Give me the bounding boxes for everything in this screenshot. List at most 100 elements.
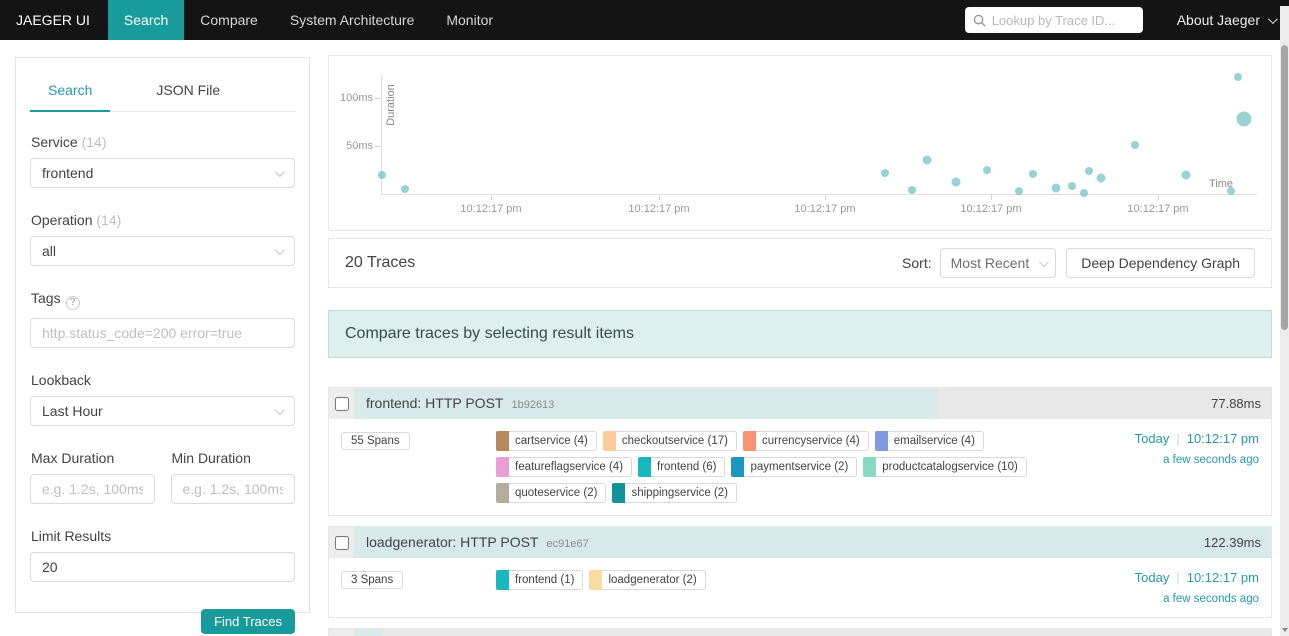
trace-scatter-point[interactable] xyxy=(1096,173,1106,183)
nav-item-search[interactable]: Search xyxy=(107,0,185,40)
lookback-label: Lookback xyxy=(31,372,91,388)
chevron-down-icon xyxy=(274,404,285,415)
service-color-swatch xyxy=(863,457,877,477)
trace-result-card: frontend: HTTP POST 1b92613 77.88ms 55 Span… xyxy=(328,387,1272,516)
service-select[interactable]: frontend xyxy=(30,158,295,188)
tab-search[interactable]: Search xyxy=(30,72,111,112)
service-color-swatch xyxy=(496,431,509,451)
help-icon[interactable]: ? xyxy=(65,296,80,310)
limit-results-input[interactable] xyxy=(30,552,295,582)
trace-scatter-point[interactable] xyxy=(1181,170,1191,180)
trace-scatter-point[interactable] xyxy=(1080,189,1089,198)
trace-scatter-point[interactable] xyxy=(1014,187,1023,196)
service-tag-label: shippingservice (2) xyxy=(625,483,737,503)
trace-select-checkbox[interactable] xyxy=(334,396,349,411)
operation-select[interactable]: all xyxy=(30,236,295,266)
trace-scatter-point[interactable] xyxy=(401,185,410,194)
nav-item-compare[interactable]: Compare xyxy=(184,0,274,40)
trace-date-link[interactable]: Today xyxy=(1135,431,1170,446)
tab-json-file[interactable]: JSON File xyxy=(138,72,238,111)
trace-scatter-point[interactable] xyxy=(1131,141,1140,150)
trace-scatter-point[interactable] xyxy=(1236,111,1252,127)
trace-scatter-point[interactable] xyxy=(1068,182,1077,191)
trace-lookup-input[interactable] xyxy=(991,12,1135,28)
service-color-swatch xyxy=(496,570,509,590)
trace-title[interactable]: frontend: HTTP POST066341b xyxy=(354,629,1271,636)
trace-select-checkbox[interactable] xyxy=(334,535,349,550)
top-nav: JAEGER UI Search Compare System Architectu… xyxy=(0,0,1289,40)
nav-item-system-architecture[interactable]: System Architecture xyxy=(274,0,431,40)
trace-scatter-point[interactable] xyxy=(908,186,917,195)
about-jaeger-menu[interactable]: About Jaeger xyxy=(1176,12,1278,28)
trace-scatter-point[interactable] xyxy=(1051,183,1061,193)
about-jaeger-label: About Jaeger xyxy=(1176,12,1260,28)
service-tag[interactable]: quoteservice (2) xyxy=(496,483,607,503)
trace-duration: 77.88ms xyxy=(1211,396,1261,411)
sort-select[interactable]: Most Recent xyxy=(939,248,1057,278)
trace-title[interactable]: frontend: HTTP POST 1b92613 xyxy=(354,388,1271,421)
trace-scatter-point[interactable] xyxy=(1227,187,1236,196)
trace-scatter-point[interactable] xyxy=(922,155,932,165)
find-traces-button[interactable]: Find Traces xyxy=(201,609,295,634)
service-tag[interactable]: cartservice (4) xyxy=(496,431,597,451)
trace-scatter-point[interactable] xyxy=(1234,72,1243,81)
span-count-column: 3 Spans xyxy=(341,570,496,589)
service-tag[interactable]: loadgenerator (2) xyxy=(589,570,706,590)
service-tag[interactable]: checkoutservice (17) xyxy=(602,431,737,451)
trace-scatter-point[interactable] xyxy=(1029,169,1038,178)
service-tag[interactable]: frontend (1) xyxy=(496,570,584,590)
x-tick-mark xyxy=(825,194,826,200)
trace-duration: 122.39ms xyxy=(1203,535,1261,550)
trace-scatter-point[interactable] xyxy=(951,177,961,187)
trace-id: 1b92613 xyxy=(511,399,555,411)
max-duration-input[interactable] xyxy=(30,474,155,504)
service-tag[interactable]: emailservice (4) xyxy=(874,431,984,451)
lookback-select[interactable]: Last Hour xyxy=(30,396,295,426)
service-tag-label: productcatalogservice (10) xyxy=(876,457,1027,477)
main-content: Duration Time 50ms 100ms 10:12:17 pm 10:12:… xyxy=(328,55,1272,636)
service-tag[interactable]: paymentservice (2) xyxy=(731,457,858,477)
service-tag[interactable]: currencyservice (4) xyxy=(742,431,869,451)
trace-title[interactable]: loadgenerator: HTTP POST ec91e67 xyxy=(354,527,1271,560)
trace-card-header[interactable]: frontend: HTTP POST 1b92613 77.88ms xyxy=(329,388,1271,419)
tags-input[interactable] xyxy=(30,318,295,348)
trace-card-body: 55 Spans cartservice (4) checkoutservice (… xyxy=(329,419,1271,515)
y-tick-mark xyxy=(375,98,381,99)
y-tick-label: 100ms xyxy=(339,92,373,104)
trace-time-link[interactable]: 10:12:17 pm xyxy=(1187,431,1259,446)
max-duration-label: Max Duration xyxy=(31,450,115,466)
trace-checkbox-cell xyxy=(329,629,354,636)
nav-item-monitor[interactable]: Monitor xyxy=(430,0,509,40)
deep-dependency-graph-button[interactable]: Deep Dependency Graph xyxy=(1066,248,1255,278)
page-scrollbar[interactable] xyxy=(1280,6,1289,636)
trace-duration-track: frontend: HTTP POST 1b92613 77.88ms xyxy=(354,388,1271,419)
service-tag[interactable]: shippingservice (2) xyxy=(612,483,737,503)
service-tag-label: loadgenerator (2) xyxy=(602,570,706,590)
service-tag-label: paymentservice (2) xyxy=(744,457,858,477)
service-tag[interactable]: featureflagservice (4) xyxy=(496,457,633,477)
trace-card-header[interactable]: loadgenerator: HTTP POST ec91e67 122.39ms xyxy=(329,527,1271,558)
service-tag[interactable]: productcatalogservice (10) xyxy=(863,457,1027,477)
chevron-down-icon xyxy=(1039,256,1050,267)
y-axis-title: Duration xyxy=(385,84,397,126)
min-duration-input[interactable] xyxy=(170,474,295,504)
scrollbar-down-arrow[interactable] xyxy=(1280,624,1289,636)
trace-date-link[interactable]: Today xyxy=(1135,570,1170,585)
trace-scatter-point[interactable] xyxy=(377,170,386,179)
date-time-separator: | xyxy=(1176,570,1180,585)
trace-time-link[interactable]: 10:12:17 pm xyxy=(1187,570,1259,585)
span-count-chip: 55 Spans xyxy=(341,432,410,450)
trace-card-header[interactable]: frontend: HTTP POST066341b3.55ms xyxy=(329,629,1271,636)
scrollbar-thumb[interactable] xyxy=(1281,45,1288,330)
y-tick-mark xyxy=(375,146,381,147)
span-count-chip: 3 Spans xyxy=(341,571,404,589)
x-tick-mark xyxy=(1158,194,1159,200)
service-color-swatch xyxy=(496,483,509,503)
trace-scatter-point[interactable] xyxy=(982,166,991,174)
service-tag[interactable]: frontend (6) xyxy=(638,457,726,477)
trace-lookup-box[interactable] xyxy=(964,7,1143,33)
trace-scatter-point[interactable] xyxy=(881,168,890,177)
service-tag-label: quoteservice (2) xyxy=(509,483,607,503)
trace-date-column: Today | 10:12:17 pm a few seconds ago xyxy=(1054,570,1259,605)
trace-scatter-point[interactable] xyxy=(1084,166,1093,175)
